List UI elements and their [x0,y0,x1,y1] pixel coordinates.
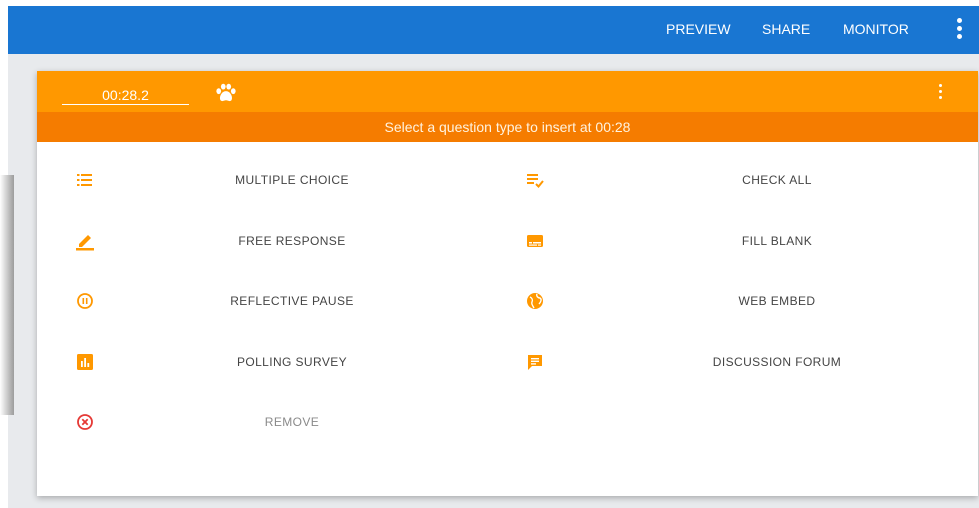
option-fill-blank[interactable]: FILL BLANK [507,221,978,261]
insert-question-dialog: Select a question type to insert at 00:2… [37,71,978,496]
playlist-check-icon [527,174,544,188]
left-edge-shadow [0,175,14,415]
list-icon [77,174,92,186]
paw-icon [216,83,236,102]
option-label: DISCUSSION FORUM [712,355,842,369]
pause-circle-icon [77,293,93,309]
option-label: MULTIPLE CHOICE [235,173,349,187]
dialog-more-icon[interactable] [935,84,945,102]
option-web-embed[interactable]: WEB EMBED [507,281,978,321]
subtitles-icon [527,235,543,247]
option-reflective-pause[interactable]: REFLECTIVE PAUSE [37,281,507,321]
monitor-button[interactable]: MONITOR [843,6,909,54]
option-remove[interactable]: REMOVE [37,402,507,442]
option-label: FILL BLANK [741,234,813,248]
option-label: POLLING SURVEY [236,355,348,369]
option-polling-survey[interactable]: POLLING SURVEY [37,342,507,382]
share-button[interactable]: SHARE [762,6,810,54]
option-label: REFLECTIVE PAUSE [230,294,354,308]
cancel-circle-icon [77,414,93,430]
option-label: REMOVE [264,415,320,429]
top-toolbar: PREVIEW SHARE MONITOR [8,6,979,54]
option-label: FREE RESPONSE [238,234,346,248]
option-free-response[interactable]: FREE RESPONSE [37,221,507,261]
globe-icon [527,293,543,309]
option-discussion-forum[interactable]: DISCUSSION FORUM [507,342,978,382]
option-check-all[interactable]: CHECK ALL [507,160,978,200]
option-label: CHECK ALL [742,173,812,187]
preview-button[interactable]: PREVIEW [666,6,731,54]
pencil-icon [76,235,94,251]
option-multiple-choice[interactable]: MULTIPLE CHOICE [37,160,507,200]
instruction-text: Select a question type to insert at 00:2… [37,112,978,142]
dialog-header [37,71,978,112]
more-vert-icon[interactable] [952,18,966,42]
option-label: WEB EMBED [738,294,816,308]
chat-icon [528,355,542,370]
poll-icon [77,354,93,370]
time-input[interactable] [62,85,189,105]
